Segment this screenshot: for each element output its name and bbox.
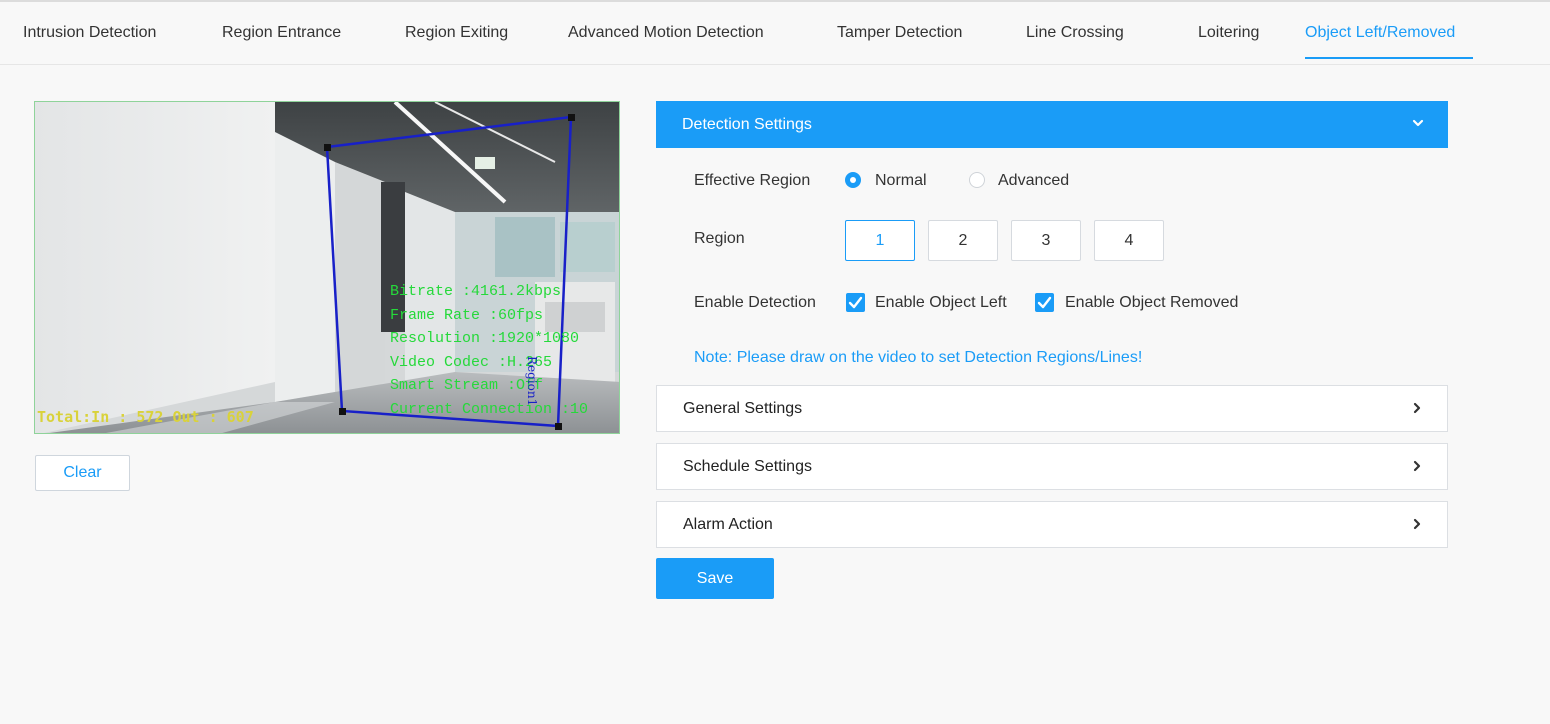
region-button-4[interactable]: 4: [1094, 220, 1164, 261]
enable-object-left-label: Enable Object Left: [875, 294, 1007, 311]
checkmark-icon: [1037, 296, 1052, 309]
radio-advanced-label: Advanced: [998, 172, 1070, 189]
people-counter: Total:In : 572 Out : 607: [37, 408, 254, 426]
schedule-settings-title: Schedule Settings: [683, 457, 812, 475]
draw-region-note: Note: Please draw on the video to set De…: [694, 349, 1143, 366]
radio-advanced[interactable]: [969, 172, 985, 188]
tab-intrusion-detection[interactable]: Intrusion Detection: [23, 24, 156, 42]
tab-region-entrance[interactable]: Region Entrance: [222, 24, 341, 42]
osd-current-connection: Current Connection :10: [390, 400, 589, 418]
chevron-right-icon: [1413, 518, 1421, 530]
alarm-action-header[interactable]: Alarm Action: [656, 501, 1448, 548]
osd-bitrate: Bitrate :4161.2kbps: [390, 283, 562, 300]
region-label: Region1: [525, 356, 539, 407]
video-osd-info: Bitrate :4161.2kbps Frame Rate :60fps Re…: [390, 280, 588, 421]
region-button-2[interactable]: 2: [928, 220, 998, 261]
save-button[interactable]: Save: [656, 558, 774, 599]
tab-bar: Intrusion Detection Region Entrance Regi…: [0, 2, 1550, 65]
region-row-label: Region: [694, 230, 745, 247]
radio-normal-label: Normal: [875, 172, 927, 189]
osd-smart-stream: Smart Stream :Off: [390, 377, 544, 394]
enable-detection-label: Enable Detection: [694, 294, 816, 311]
tab-line-crossing[interactable]: Line Crossing: [1026, 24, 1124, 42]
clear-button[interactable]: Clear: [35, 455, 130, 491]
tab-region-exiting[interactable]: Region Exiting: [405, 24, 508, 42]
schedule-settings-header[interactable]: Schedule Settings: [656, 443, 1448, 490]
general-settings-title: General Settings: [683, 399, 803, 417]
tab-tamper-detection[interactable]: Tamper Detection: [837, 24, 962, 42]
region-button-3[interactable]: 3: [1011, 220, 1081, 261]
tab-loitering[interactable]: Loitering: [1198, 24, 1259, 42]
active-tab-indicator: [1305, 57, 1473, 59]
tab-object-left-removed[interactable]: Object Left/Removed: [1305, 24, 1455, 42]
alarm-action-title: Alarm Action: [683, 515, 773, 533]
region-button-1[interactable]: 1: [845, 220, 915, 261]
detection-settings-header[interactable]: Detection Settings: [656, 101, 1448, 148]
detection-settings-title: Detection Settings: [682, 115, 812, 133]
chevron-right-icon: [1413, 402, 1421, 414]
checkmark-icon: [848, 296, 863, 309]
chevron-down-icon: [1412, 119, 1424, 127]
tab-advanced-motion-detection[interactable]: Advanced Motion Detection: [568, 24, 764, 42]
enable-object-left-checkbox[interactable]: [846, 293, 865, 312]
chevron-right-icon: [1413, 460, 1421, 472]
osd-frame-rate: Frame Rate :60fps: [390, 306, 544, 324]
general-settings-header[interactable]: General Settings: [656, 385, 1448, 432]
osd-video-codec: Video Codec :H.265: [390, 353, 553, 371]
osd-resolution: Resolution :1920*1080: [390, 330, 580, 347]
effective-region-label: Effective Region: [694, 172, 811, 189]
video-preview[interactable]: Bitrate :4161.2kbps Frame Rate :60fps Re…: [34, 101, 620, 434]
radio-normal[interactable]: [845, 172, 861, 188]
enable-object-removed-label: Enable Object Removed: [1065, 294, 1239, 311]
enable-object-removed-checkbox[interactable]: [1035, 293, 1054, 312]
